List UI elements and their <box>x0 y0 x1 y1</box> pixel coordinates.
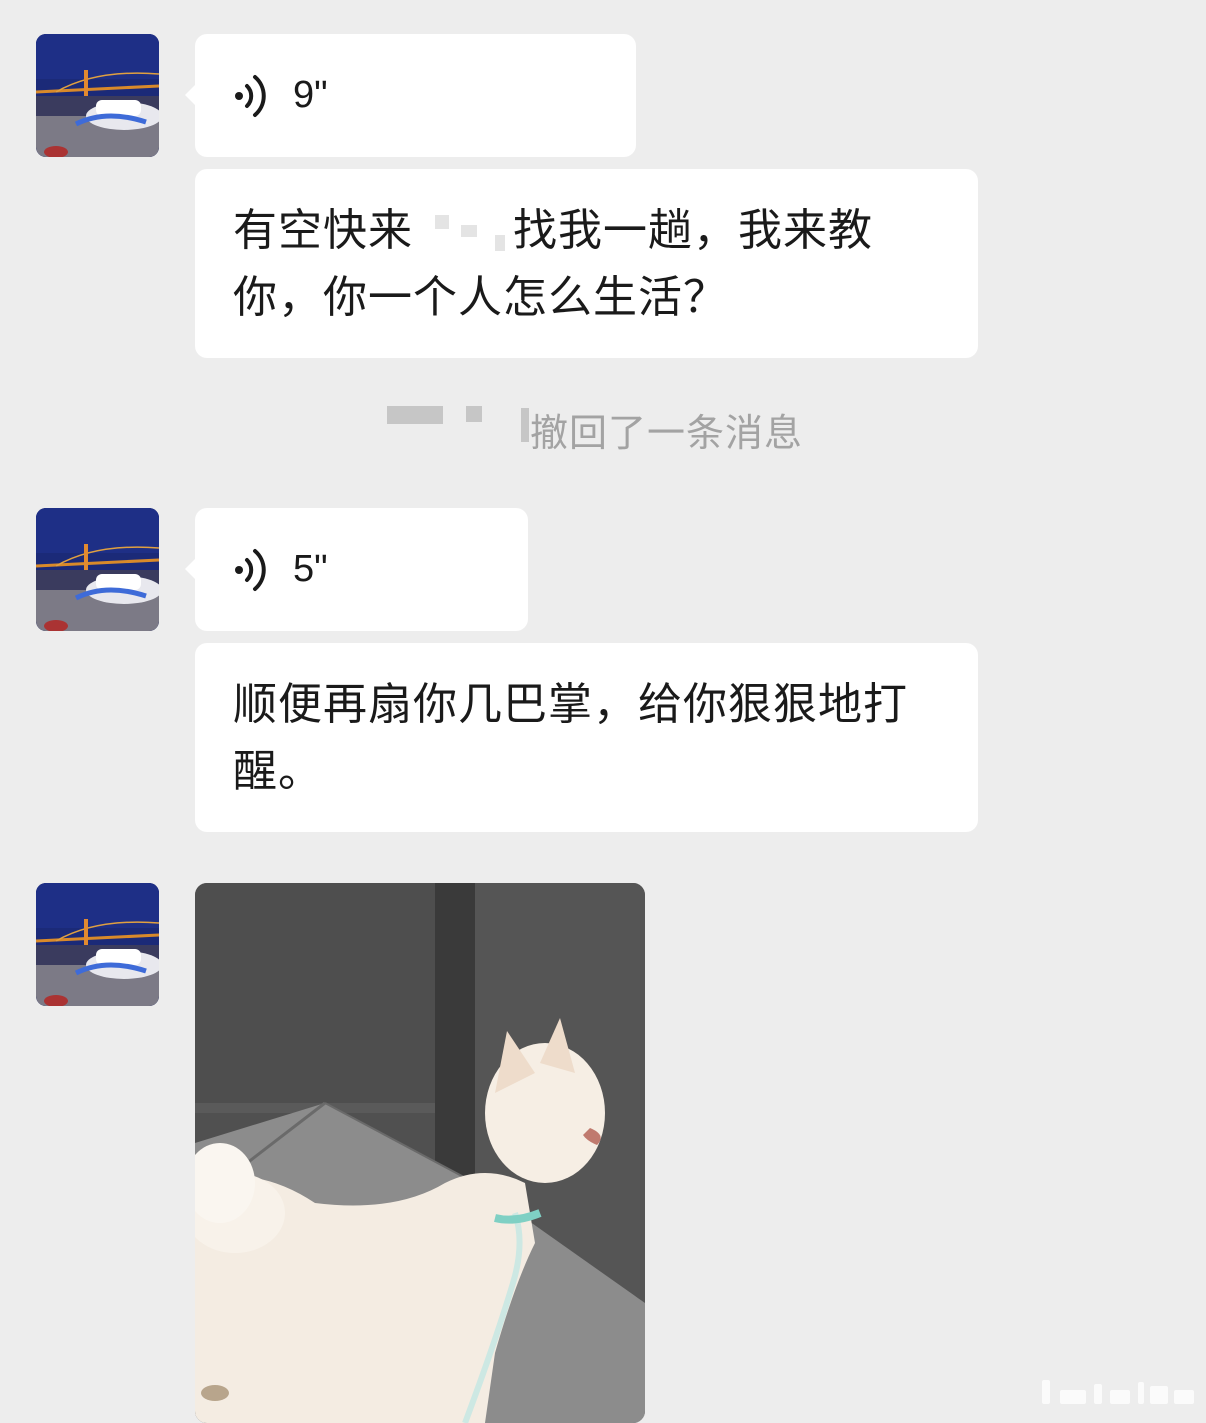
message-text: 顺便再扇你几巴掌，给你狠狠地打醒。 <box>233 679 908 797</box>
voice-duration: 5" <box>293 548 328 590</box>
image-message[interactable] <box>195 883 645 1423</box>
text-message[interactable]: 有空快来 找我一趟，我来教你，你一个人怎么生活？ <box>195 169 978 358</box>
avatar-image <box>36 508 159 631</box>
voice-wave-icon <box>235 548 266 591</box>
voice-wave-icon <box>235 74 266 117</box>
avatar-image <box>36 883 159 1006</box>
recall-notice: 撤回了一条消息 <box>530 411 804 455</box>
voice-duration: 9" <box>293 74 328 116</box>
dog-photo <box>195 883 645 1423</box>
voice-message[interactable]: 9" <box>185 34 636 157</box>
redacted-name <box>521 408 529 442</box>
contact-avatar[interactable] <box>36 883 159 1006</box>
system-message: 撤回了一条消息 <box>0 400 1206 455</box>
contact-avatar[interactable] <box>36 508 159 631</box>
message-text-part: 有空快来 <box>233 205 413 256</box>
contact-avatar[interactable] <box>36 34 159 157</box>
text-message[interactable]: 顺便再扇你几巴掌，给你狠狠地打醒。 <box>195 643 978 832</box>
bubble-tail <box>185 558 196 580</box>
redacted-text <box>413 211 513 255</box>
voice-message[interactable]: 5" <box>185 508 528 631</box>
redacted-name <box>466 406 482 422</box>
message-text: 有空快来 找我一趟，我来教你，你一个人怎么生活？ <box>233 197 946 331</box>
watermark <box>1038 1376 1198 1404</box>
avatar-image <box>36 34 159 157</box>
redacted-name <box>387 406 443 424</box>
bubble-tail <box>185 84 196 106</box>
